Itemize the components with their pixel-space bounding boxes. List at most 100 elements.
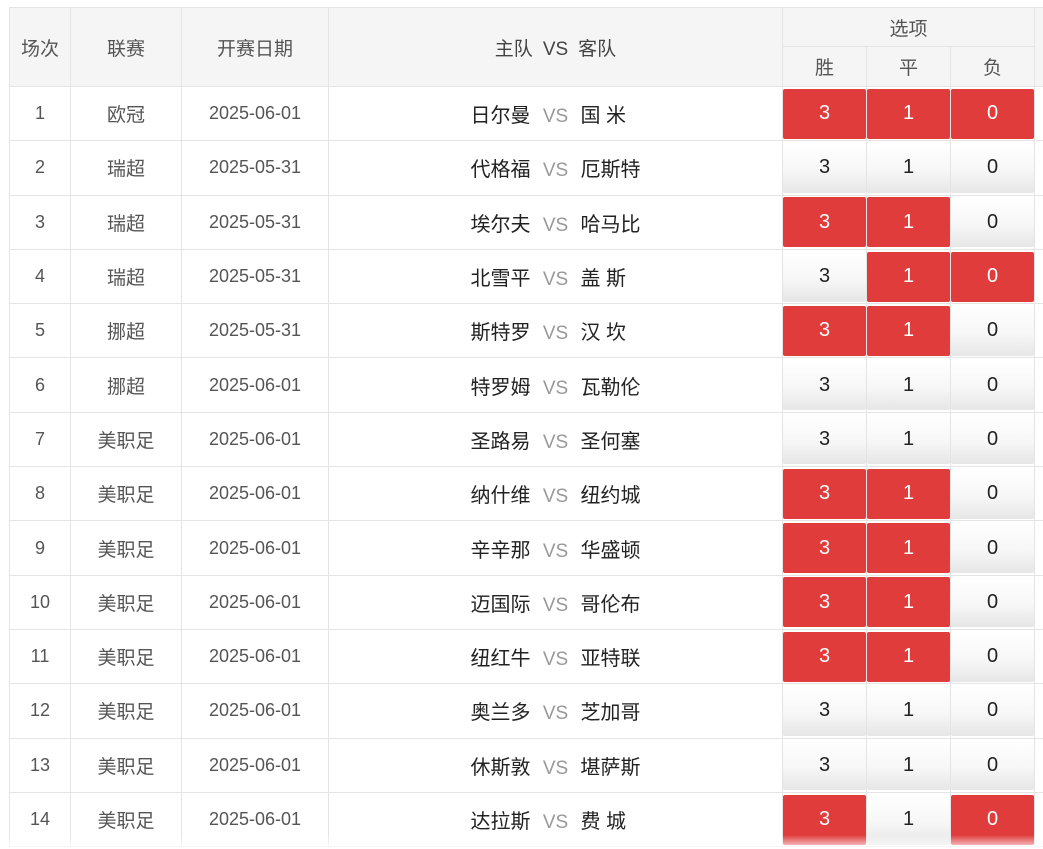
option-win-button[interactable]: 3	[783, 577, 866, 628]
option-cell: 0	[949, 248, 1036, 305]
match-date: 2025-06-01	[181, 520, 329, 576]
row-edge	[1034, 303, 1043, 359]
option-win-button[interactable]: 3	[783, 305, 866, 356]
match-number: 7	[9, 411, 71, 468]
option-cell: 1	[866, 574, 951, 630]
option-win-button[interactable]: 3	[783, 251, 866, 302]
option-draw-button[interactable]: 1	[867, 197, 950, 248]
home-team: 特罗姆	[470, 376, 531, 399]
match-date: 2025-05-31	[181, 140, 329, 196]
away-team: 厄斯特	[580, 159, 641, 182]
option-win-button[interactable]: 3	[783, 523, 866, 574]
match-number: 2	[9, 140, 71, 196]
option-win-button[interactable]: 3	[783, 142, 866, 193]
match-number: 6	[9, 357, 71, 413]
lose-column-header: 负	[949, 46, 1036, 87]
option-lose-button[interactable]: 0	[951, 360, 1035, 411]
option-cell: 3	[782, 628, 867, 685]
option-cell: 0	[949, 140, 1036, 196]
match-table: 场次 联赛 开赛日期 主队 VS 客队 选项 胜 平 负 1 欧冠 2025-06-01…	[9, 7, 1043, 848]
option-win-button[interactable]: 3	[783, 740, 866, 791]
away-team: 芝加哥	[580, 702, 641, 725]
option-win-button[interactable]: 3	[783, 685, 866, 736]
option-lose-button[interactable]: 0	[951, 523, 1035, 574]
option-draw-button[interactable]: 1	[867, 685, 950, 736]
home-team: 迈国际	[470, 593, 531, 616]
option-cell: 0	[949, 411, 1036, 468]
match-teams: 纽红牛 VS 亚特联	[328, 628, 783, 685]
option-cell: 0	[949, 574, 1036, 630]
option-draw-button[interactable]: 1	[867, 142, 950, 193]
match-date: 2025-05-31	[181, 248, 329, 305]
match-list: 1 欧冠 2025-06-01 日尔曼 VS 国 米 3 1 0 2 瑞超 2025-05-31 代格福…	[9, 85, 1043, 848]
option-lose-button[interactable]: 0	[951, 88, 1035, 139]
option-draw-button[interactable]: 1	[867, 88, 950, 139]
option-draw-button[interactable]: 1	[867, 251, 950, 302]
home-column-label: 主队	[494, 38, 533, 60]
option-lose-button[interactable]: 0	[951, 577, 1035, 628]
option-draw-button[interactable]: 1	[867, 794, 950, 845]
option-lose-button[interactable]: 0	[951, 685, 1035, 736]
match-number: 14	[9, 791, 71, 848]
home-team: 日尔曼	[470, 105, 531, 128]
option-win-button[interactable]: 3	[783, 414, 866, 465]
match-number: 1	[9, 85, 71, 142]
league-name: 美职足	[70, 683, 182, 739]
option-win-button[interactable]: 3	[783, 631, 866, 682]
vs-separator: VS	[542, 160, 569, 182]
table-row: 14 美职足 2025-06-01 达拉斯 VS 费 城 310	[9, 791, 1043, 848]
match-date: 2025-06-01	[181, 466, 329, 522]
league-name: 美职足	[70, 791, 182, 848]
option-lose-button[interactable]: 0	[951, 468, 1035, 519]
option-lose-button[interactable]: 0	[951, 197, 1035, 248]
option-draw-button[interactable]: 1	[867, 360, 950, 411]
option-lose-button[interactable]: 0	[951, 251, 1035, 302]
option-draw-button[interactable]: 1	[867, 468, 950, 519]
home-team: 达拉斯	[470, 811, 531, 833]
option-lose-button[interactable]: 0	[951, 414, 1035, 465]
match-date: 2025-06-01	[181, 411, 329, 468]
option-lose-button[interactable]: 0	[951, 740, 1035, 791]
date-column-header: 开赛日期	[181, 7, 329, 87]
option-win-button[interactable]: 3	[783, 360, 866, 411]
option-cell: 0	[949, 628, 1036, 685]
option-lose-button[interactable]: 0	[951, 305, 1035, 356]
home-team: 纳什维	[470, 485, 531, 508]
row-edge	[1034, 791, 1043, 848]
option-cell: 1	[866, 357, 951, 413]
option-win-button[interactable]: 3	[783, 88, 866, 139]
option-win-button[interactable]: 3	[783, 197, 866, 248]
vs-label: VS	[542, 38, 569, 60]
match-number: 11	[9, 628, 71, 685]
match-teams: 圣路易 VS 圣何塞	[328, 411, 783, 468]
option-draw-button[interactable]: 1	[867, 740, 950, 791]
option-cell: 1	[866, 683, 951, 739]
league-name: 美职足	[70, 628, 182, 685]
home-team: 辛辛那	[470, 539, 531, 562]
option-draw-button[interactable]: 1	[867, 631, 950, 682]
option-cell: 1	[866, 628, 951, 685]
option-draw-button[interactable]: 1	[867, 414, 950, 465]
match-number: 8	[9, 466, 71, 522]
table-row: 9 美职足 2025-06-01 辛辛那 VS 华盛顿 3 1 0	[9, 520, 1043, 576]
match-date: 2025-05-31	[181, 303, 329, 359]
option-cell: 1	[866, 411, 951, 468]
option-draw-button[interactable]: 1	[867, 523, 950, 574]
option-cell: 3	[782, 140, 867, 196]
option-lose-button[interactable]: 0	[951, 142, 1035, 193]
option-lose-button[interactable]: 0	[951, 794, 1035, 845]
vs-separator: VS	[542, 757, 569, 779]
match-number: 5	[9, 303, 71, 359]
option-draw-button[interactable]: 1	[867, 305, 950, 356]
match-date: 2025-06-01	[181, 791, 329, 848]
option-win-button[interactable]: 3	[783, 468, 866, 519]
option-draw-button[interactable]: 1	[867, 577, 950, 628]
league-name: 瑞超	[70, 194, 182, 250]
option-lose-button[interactable]: 0	[951, 631, 1035, 682]
match-teams: 北雪平 VS 盖 斯	[328, 248, 783, 305]
away-team: 盖 斯	[580, 268, 627, 291]
away-team: 汉 坎	[580, 322, 627, 345]
vs-separator: VS	[542, 106, 569, 128]
option-win-button[interactable]: 3	[783, 794, 866, 845]
away-team: 亚特联	[580, 648, 641, 671]
